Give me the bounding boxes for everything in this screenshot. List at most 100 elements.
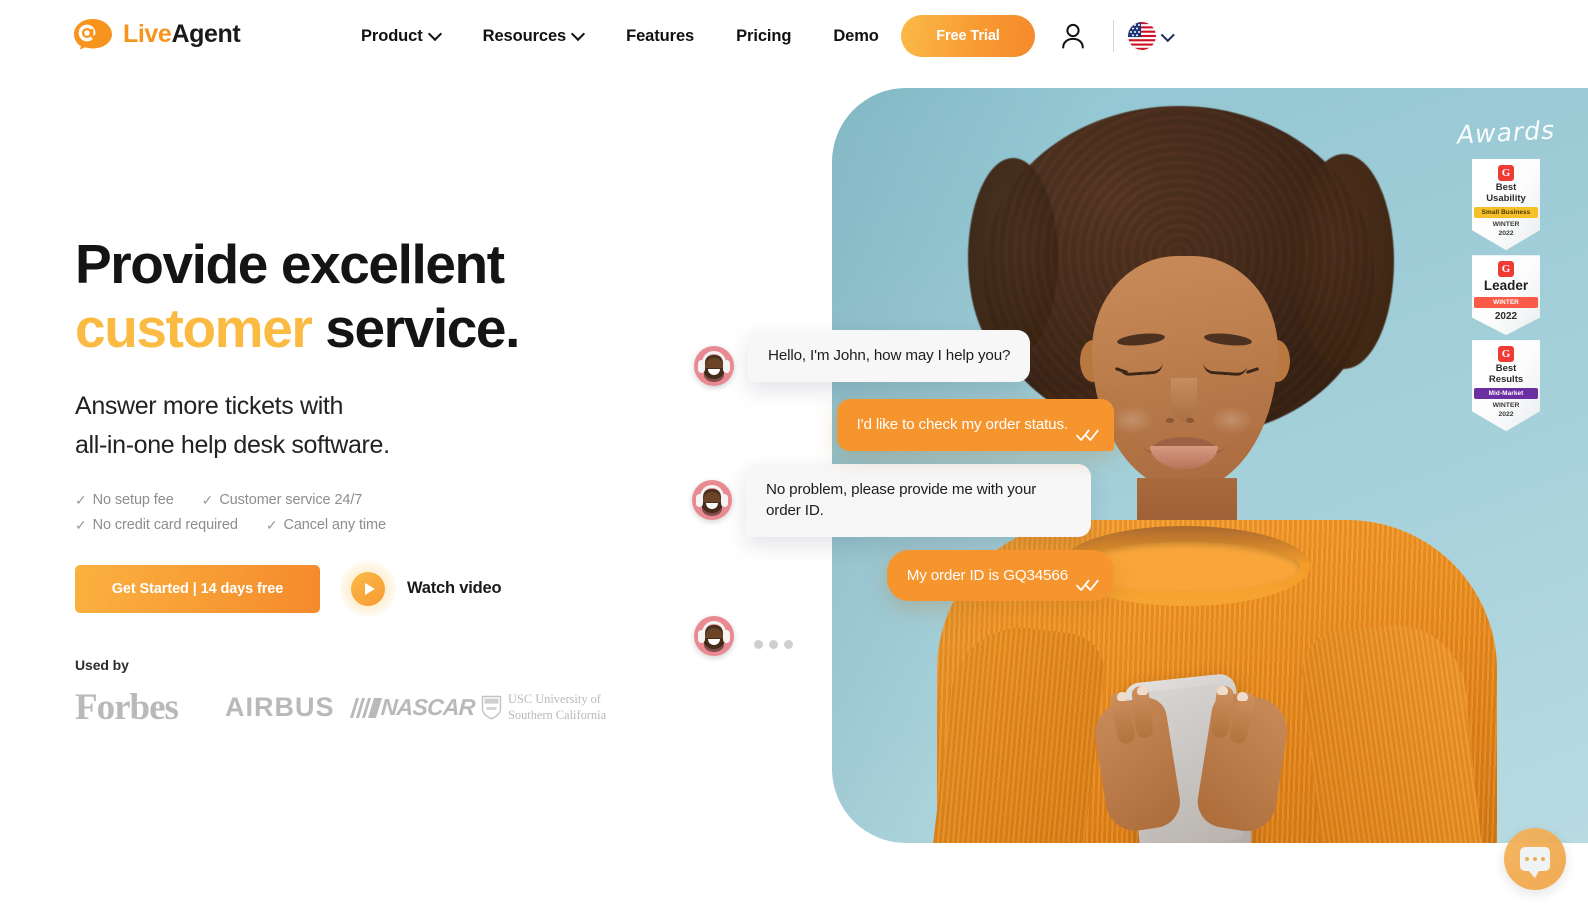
chat-message-row: Hello, I'm John, how may I help you? bbox=[694, 330, 1114, 386]
check-icon: ✓ bbox=[75, 491, 87, 508]
chat-message-row: My order ID is GQ34566 bbox=[694, 549, 1114, 602]
g2-logo-icon: G bbox=[1498, 261, 1514, 278]
subhead-line-1: Answer more tickets with bbox=[75, 391, 344, 420]
tick-row: ✓ No setup fee ✓ Customer service 24/7 bbox=[75, 492, 735, 509]
badge-title: Best Usability bbox=[1486, 182, 1526, 204]
nav-item-resources[interactable]: Resources bbox=[462, 0, 605, 72]
chat-bubble-customer: I'd like to check my order status. bbox=[836, 399, 1114, 451]
nav-label: Resources bbox=[482, 26, 567, 45]
chat-bubble-agent: No problem, please provide me with your … bbox=[746, 463, 1091, 537]
us-flag-icon bbox=[1128, 22, 1156, 50]
award-badge-best-results[interactable]: G Best Results Mid-Market WINTER 2022 bbox=[1472, 340, 1540, 432]
headline-accent-word: customer bbox=[75, 297, 313, 360]
badge-season-year: WINTER 2022 bbox=[1492, 402, 1520, 418]
chat-bubble-dots-icon bbox=[1520, 847, 1550, 878]
brand-name-agent: Agent bbox=[171, 19, 241, 48]
nascar-logo: NASCAR bbox=[349, 691, 481, 725]
chat-conversation: Hello, I'm John, how may I help you? I'd… bbox=[692, 330, 1114, 669]
chat-bubble-text: My order ID is GQ34566 bbox=[906, 566, 1068, 584]
badge-ribbon: Mid-Market bbox=[1474, 388, 1538, 400]
brand-name-live: Live bbox=[123, 19, 172, 48]
watch-video-label: Watch video bbox=[407, 579, 502, 598]
tick-item: ✓ No setup fee bbox=[75, 492, 174, 509]
typing-dots-icon bbox=[754, 639, 793, 649]
landing-page: LiveAgent Product Resources Features Pri… bbox=[0, 0, 1588, 904]
check-icon: ✓ bbox=[201, 491, 214, 508]
headline-tail: service. bbox=[311, 297, 520, 360]
play-button-ring bbox=[340, 560, 396, 617]
brand-logo[interactable]: LiveAgent bbox=[72, 18, 241, 50]
used-by-label: Used by bbox=[75, 656, 129, 673]
usc-text: USC University of Southern California bbox=[508, 692, 607, 722]
airbus-logo: AIRBUS bbox=[225, 692, 335, 723]
chat-widget-button[interactable] bbox=[1504, 828, 1566, 890]
nascar-bars-icon bbox=[349, 697, 383, 718]
watch-video-button[interactable]: Watch video bbox=[340, 560, 502, 617]
badge-year: 2022 bbox=[1494, 311, 1518, 323]
agent-headset-avatar bbox=[694, 616, 734, 657]
usc-shield-icon bbox=[481, 695, 502, 720]
forbes-logo: Forbes bbox=[75, 687, 179, 729]
tick-label: No credit card required bbox=[92, 517, 238, 534]
chevron-down-icon bbox=[1163, 30, 1173, 40]
hero-cta-row: Get Started | 14 days free Watch video bbox=[75, 560, 735, 617]
tick-label: Customer service 24/7 bbox=[219, 492, 363, 509]
site-header: LiveAgent Product Resources Features Pri… bbox=[0, 0, 1588, 72]
get-started-button[interactable]: Get Started | 14 days free bbox=[75, 564, 320, 613]
client-logo-strip: Forbes AIRBUS NASCAR USC University of S… bbox=[75, 687, 735, 729]
badge-ribbon: Small Business bbox=[1474, 207, 1538, 219]
used-by-section: Used by Forbes AIRBUS NASCAR USC Univers… bbox=[75, 656, 735, 729]
nav-item-pricing[interactable]: Pricing bbox=[715, 0, 812, 72]
chevron-down-icon bbox=[430, 29, 441, 40]
nav-item-demo[interactable]: Demo bbox=[812, 0, 899, 72]
badge-title: Best Results bbox=[1488, 363, 1524, 385]
awards-badge-list: G Best Usability Small Business WINTER 2… bbox=[1440, 159, 1572, 432]
chat-bubble-customer: My order ID is GQ34566 bbox=[886, 549, 1114, 602]
play-triangle-icon bbox=[351, 571, 385, 606]
tick-item: ✓ Customer service 24/7 bbox=[202, 492, 363, 509]
double-check-icon bbox=[1076, 427, 1100, 441]
badge-season-year: WINTER 2022 bbox=[1492, 221, 1520, 237]
tick-item: ✓ No credit card required bbox=[75, 517, 238, 534]
tick-label: No setup fee bbox=[92, 492, 174, 509]
brand-wordmark: LiveAgent bbox=[123, 19, 241, 48]
free-trial-button[interactable]: Free Trial bbox=[901, 15, 1035, 57]
tick-item: ✓ Cancel any time bbox=[266, 517, 386, 534]
nav-label: Demo bbox=[833, 26, 879, 45]
chat-bubble-text: I'd like to check my order status. bbox=[856, 416, 1069, 433]
feature-tick-list: ✓ No setup fee ✓ Customer service 24/7 ✓… bbox=[75, 492, 735, 534]
award-badge-best-usability[interactable]: G Best Usability Small Business WINTER 2… bbox=[1472, 159, 1540, 251]
agent-headset-avatar bbox=[692, 479, 732, 520]
awards-panel: Awards G Best Usability Small Business W… bbox=[1440, 115, 1572, 432]
chat-message-row: I'd like to check my order status. bbox=[694, 399, 1114, 451]
at-speech-bubble-icon bbox=[72, 18, 114, 50]
check-icon: ✓ bbox=[265, 516, 278, 533]
subhead-line-2: all-in-one help desk software. bbox=[75, 430, 390, 459]
nav-item-product[interactable]: Product bbox=[340, 0, 462, 72]
chevron-down-icon bbox=[573, 29, 584, 40]
agent-headset-avatar bbox=[694, 346, 734, 386]
hero-subheadline: Answer more tickets with all-in-one help… bbox=[75, 387, 735, 465]
user-person-icon[interactable] bbox=[1060, 22, 1086, 50]
primary-navigation: Product Resources Features Pricing Demo bbox=[340, 0, 900, 72]
nav-label: Features bbox=[626, 26, 695, 45]
nav-item-features[interactable]: Features bbox=[605, 0, 715, 72]
page-title: Provide excellent customer service. bbox=[75, 232, 735, 361]
award-badge-leader[interactable]: G Leader WINTER 2022 bbox=[1472, 255, 1540, 336]
tick-label: Cancel any time bbox=[283, 517, 386, 534]
check-icon: ✓ bbox=[75, 516, 87, 533]
chat-message-row: No problem, please provide me with your … bbox=[692, 463, 1114, 537]
badge-ribbon: WINTER bbox=[1474, 297, 1538, 309]
usc-logo: USC University of Southern California bbox=[481, 691, 606, 725]
nav-label: Product bbox=[361, 26, 423, 45]
tick-row: ✓ No credit card required ✓ Cancel any t… bbox=[75, 517, 735, 534]
nav-label: Pricing bbox=[736, 26, 792, 45]
chat-bubble-agent: Hello, I'm John, how may I help you? bbox=[748, 330, 1031, 382]
headline-line-1: Provide excellent bbox=[75, 233, 505, 295]
chat-typing-indicator bbox=[694, 614, 1114, 657]
g2-logo-icon: G bbox=[1498, 346, 1514, 363]
language-selector[interactable] bbox=[1128, 22, 1173, 50]
hero-copy: Provide excellent customer service. Answ… bbox=[75, 232, 735, 729]
header-divider bbox=[1113, 20, 1114, 52]
g2-logo-icon: G bbox=[1498, 165, 1514, 181]
